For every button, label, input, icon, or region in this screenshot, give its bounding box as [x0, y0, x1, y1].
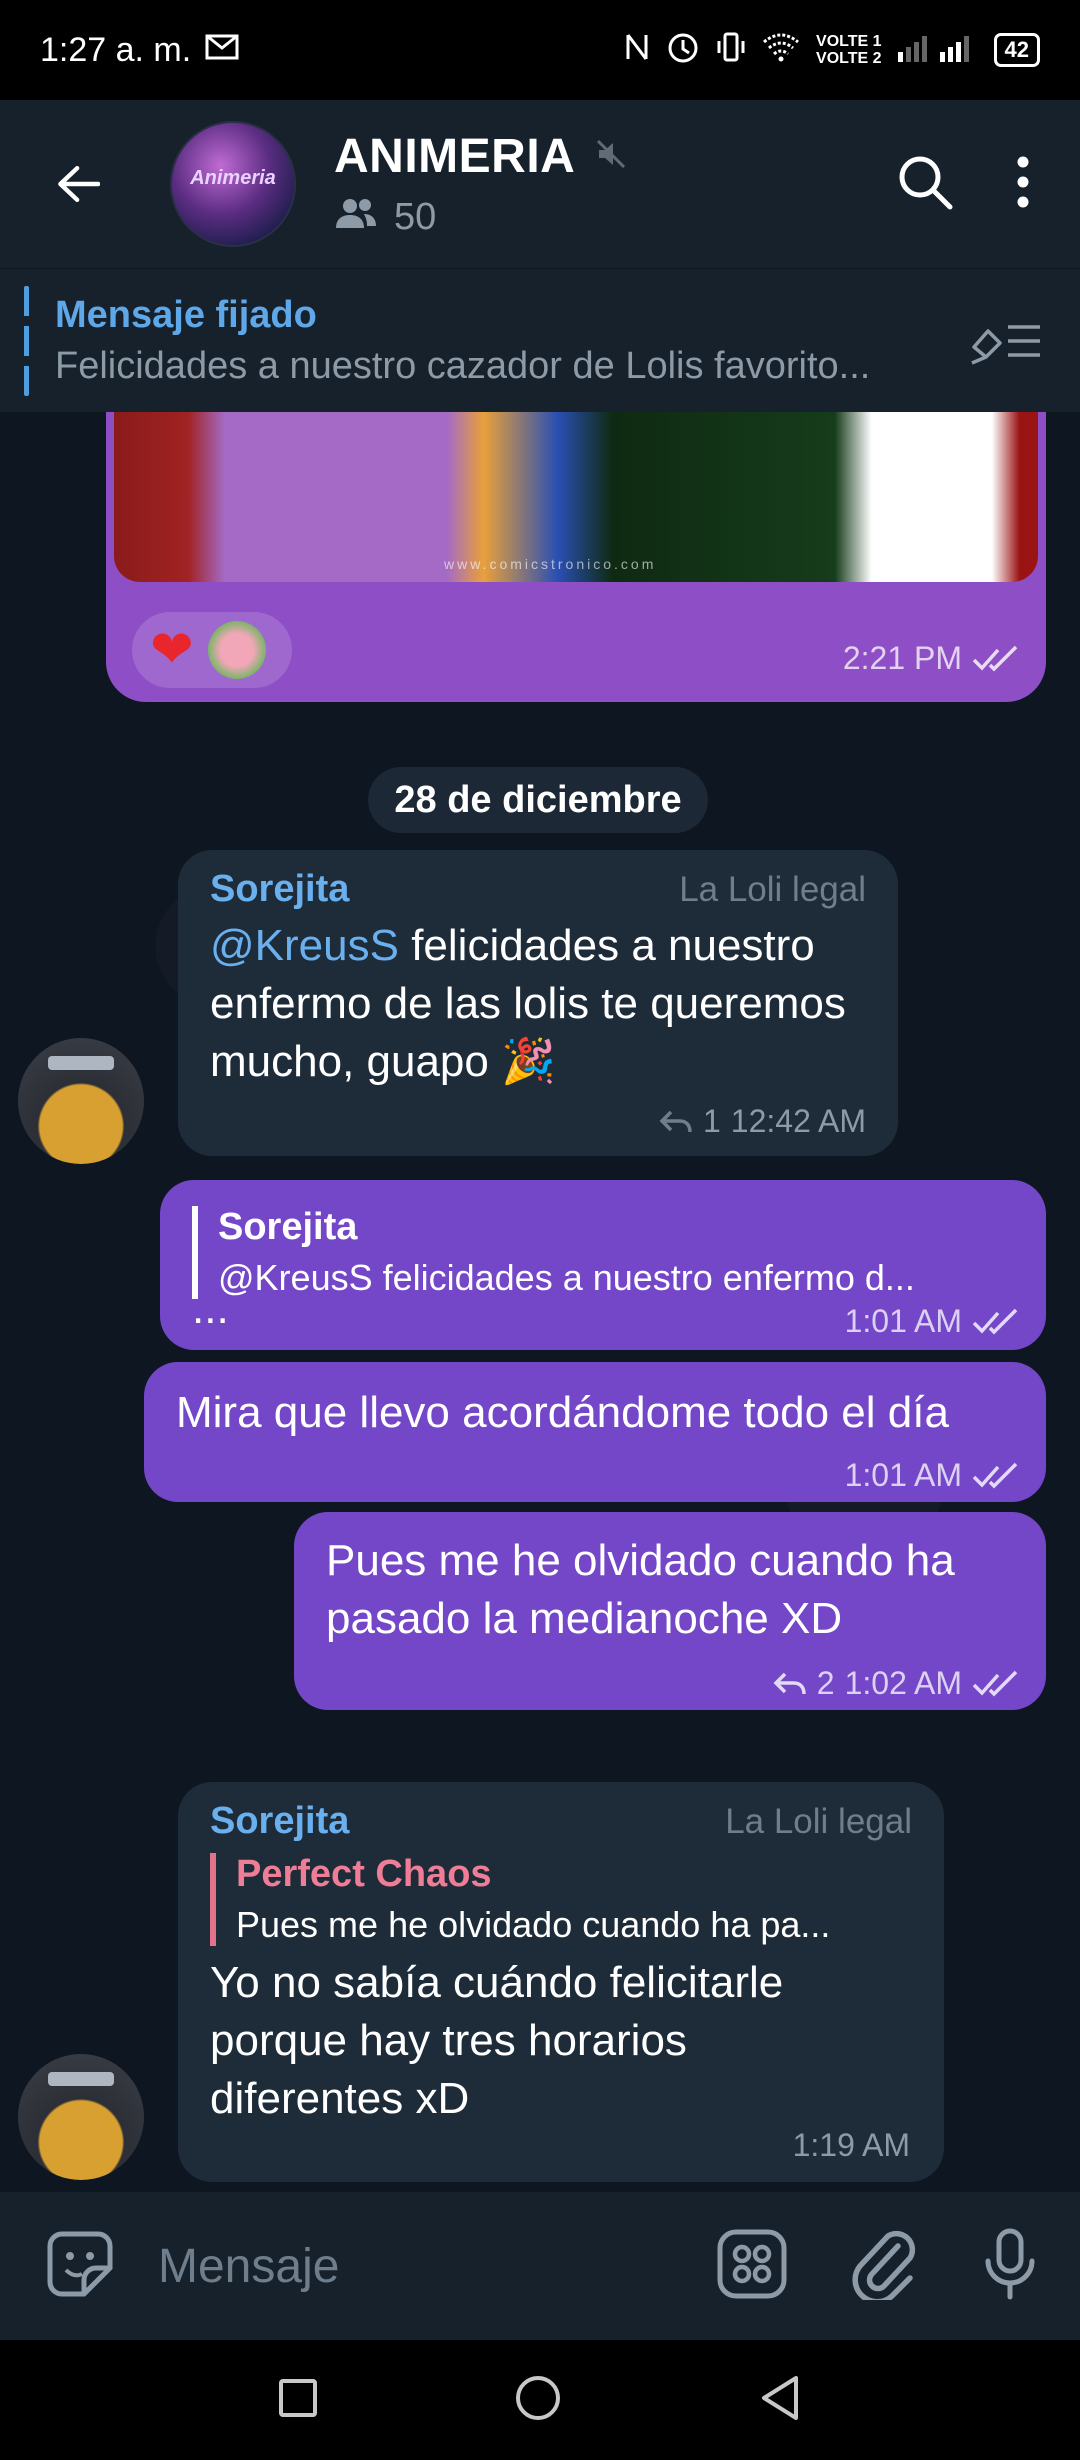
signal-icon — [897, 32, 978, 69]
more-vertical-icon — [1017, 156, 1029, 207]
battery-indicator: 42 — [993, 33, 1040, 67]
members-count: 50 — [394, 196, 437, 238]
reply-quote[interactable]: Perfect Chaos Pues me he olvidado cuando… — [210, 1853, 912, 1946]
pinned-indicator — [24, 285, 29, 396]
volte-indicator: VOLTE 1 VOLTE 2 — [816, 33, 882, 67]
outgoing-message[interactable]: Mira que llevo acordándome todo el día 1… — [144, 1362, 1046, 1502]
alarm-icon — [666, 30, 700, 71]
reply-count[interactable]: 1 — [703, 1103, 721, 1140]
user-mention[interactable]: @KreusS — [210, 921, 399, 970]
search-button[interactable] — [896, 153, 954, 216]
pinned-message-bar[interactable]: Mensaje fijado Felicidades a nuestro caz… — [0, 268, 1080, 412]
message-input[interactable]: Mensaje — [158, 2239, 339, 2294]
more-options-button[interactable] — [1016, 155, 1030, 214]
grid-icon — [717, 2229, 787, 2298]
square-icon — [279, 2378, 317, 2417]
triangle-back-icon — [762, 2375, 798, 2420]
reply-text: Pues me he olvidado cuando ha pa... — [236, 1904, 831, 1945]
message-time: 1:01 AM — [844, 1303, 962, 1339]
vibrate-icon — [716, 31, 746, 70]
incoming-message[interactable]: Sorejita La Loli legal @KreusS felicidad… — [178, 850, 898, 1156]
double-check-icon — [972, 1670, 1018, 1696]
chat-info[interactable]: ANIMERIA 50 — [334, 129, 627, 240]
image-message[interactable]: www.comicstronico.com ❤ 2:21 PM — [106, 412, 1046, 702]
pinned-text: Felicidades a nuestro cazador de Lolis f… — [55, 344, 871, 387]
message-time: 1:02 AM — [844, 1665, 962, 1701]
wifi-icon — [762, 32, 800, 69]
pinned-list-button[interactable] — [968, 317, 1044, 370]
sender-avatar[interactable] — [18, 1038, 144, 1164]
message-text: Mira que llevo acordándome todo el día — [176, 1388, 949, 1437]
message-meta: 2 1:02 AM — [773, 1665, 1024, 1702]
outgoing-message[interactable]: Sorejita @KreusS felicidades a nuestro e… — [160, 1180, 1046, 1350]
reply-icon — [659, 1110, 692, 1132]
status-icons: VOLTE 1 VOLTE 2 42 — [624, 30, 1040, 71]
muted-icon — [595, 138, 627, 175]
mail-icon — [205, 31, 239, 70]
chat-messages[interactable]: www.comicstronico.com ❤ 2:21 PM 28 de di… — [0, 412, 1080, 2192]
chat-header: Animeria ANIMERIA 50 — [0, 100, 1080, 268]
message-meta: 1:01 AM — [845, 1457, 1024, 1494]
sender-role: La Loli legal — [725, 1802, 912, 1841]
paperclip-icon — [852, 2230, 916, 2304]
reactions[interactable]: ❤ — [132, 612, 292, 688]
outgoing-message[interactable]: Pues me he olvidado cuando ha pasado la … — [294, 1512, 1046, 1710]
message-time: 2:21 PM — [842, 640, 962, 676]
home-button[interactable] — [514, 2374, 562, 2427]
message-input-bar: Mensaje — [0, 2192, 1080, 2340]
message-image[interactable]: www.comicstronico.com — [114, 412, 1038, 582]
sticker-emoji-icon — [47, 2231, 113, 2296]
recents-button[interactable] — [278, 2378, 318, 2423]
image-watermark: www.comicstronico.com — [444, 556, 657, 572]
sender-avatar[interactable] — [18, 2054, 144, 2180]
double-check-icon — [972, 1308, 1018, 1334]
status-time: 1:27 a. m. — [40, 30, 192, 69]
microphone-icon — [985, 2228, 1035, 2299]
reply-sender: Sorejita — [218, 1206, 358, 1248]
date-divider: 28 de diciembre — [368, 767, 708, 833]
sender-name[interactable]: Sorejita — [210, 1800, 349, 1843]
message-time: 1:01 AM — [844, 1457, 962, 1493]
message-text: @KreusS felicidades a nuestro enfermo de… — [210, 921, 846, 1086]
group-avatar[interactable]: Animeria — [170, 121, 296, 247]
message-time: 12:42 AM — [730, 1103, 866, 1139]
search-icon — [899, 156, 953, 209]
reply-text: @KreusS felicidades a nuestro enfermo d.… — [218, 1257, 915, 1298]
double-check-icon — [972, 1462, 1018, 1488]
reply-quote[interactable]: Sorejita @KreusS felicidades a nuestro e… — [192, 1206, 1014, 1299]
message-meta: 1:01 AM — [845, 1303, 1024, 1340]
reply-count[interactable]: 2 — [817, 1665, 835, 1702]
emoji-button[interactable] — [42, 2226, 118, 2307]
sender-role: La Loli legal — [679, 870, 866, 909]
message-meta: 2:21 PM — [843, 640, 1024, 677]
heart-reaction-icon[interactable]: ❤ — [150, 624, 194, 676]
arrow-left-icon — [58, 165, 100, 203]
attach-button[interactable] — [852, 2228, 918, 2305]
pinned-label: Mensaje fijado — [55, 293, 317, 336]
voice-record-button[interactable] — [982, 2227, 1038, 2306]
members-icon — [334, 196, 378, 240]
message-text: ... — [192, 1284, 229, 1333]
group-avatar-logo: Animeria — [190, 167, 276, 189]
back-nav-button[interactable] — [758, 2374, 802, 2427]
reply-sender: Perfect Chaos — [236, 1853, 492, 1895]
message-meta: 1 12:42 AM — [659, 1103, 866, 1140]
bot-commands-button[interactable] — [716, 2228, 788, 2305]
message-text: Pues me he olvidado cuando ha pasado la … — [326, 1536, 955, 1643]
message-time: 1:19 AM — [792, 2127, 910, 2163]
reaction-user-avatar — [207, 621, 266, 679]
message-text: Yo no sabía cuándo felicitarle porque ha… — [210, 1958, 784, 2123]
chat-title: ANIMERIA — [334, 129, 576, 183]
circle-icon — [516, 2375, 560, 2420]
nfc-icon — [624, 31, 650, 70]
status-bar: 1:27 a. m. VOLTE 1 VOLTE 2 42 — [0, 0, 1080, 100]
back-button[interactable] — [56, 162, 100, 206]
system-nav-bar — [0, 2340, 1080, 2460]
sender-name[interactable]: Sorejita — [210, 868, 349, 911]
pin-list-icon — [971, 325, 1040, 365]
double-check-icon — [972, 645, 1018, 671]
message-meta: 1:19 AM — [793, 2127, 910, 2164]
incoming-message[interactable]: Sorejita La Loli legal Perfect Chaos Pue… — [178, 1782, 944, 2182]
reply-icon — [773, 1672, 806, 1694]
